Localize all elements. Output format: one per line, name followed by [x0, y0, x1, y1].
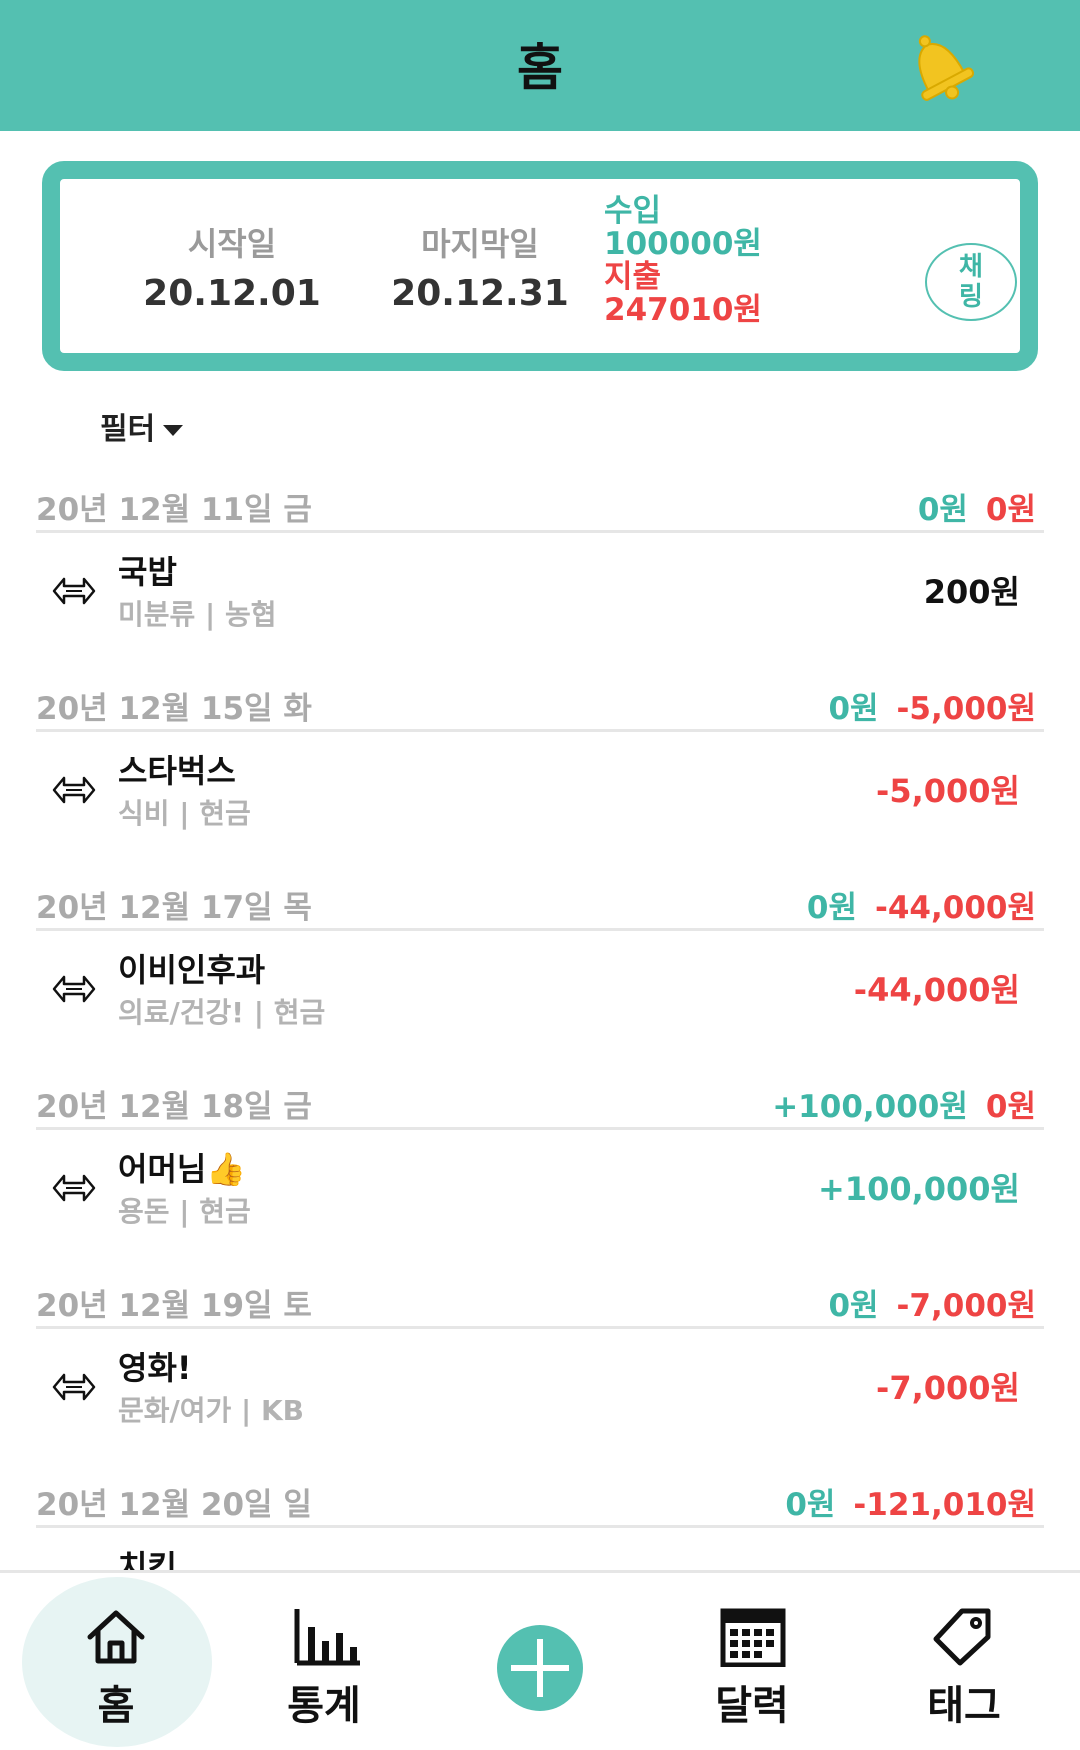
nav-calendar[interactable]: 달력 — [652, 1573, 852, 1750]
nav-home[interactable]: 홈 — [16, 1573, 216, 1750]
day-totals: 0원 -121,010원 — [785, 1479, 1036, 1524]
bottom-nav: 홈 통계 달력 태그 — [0, 1570, 1080, 1750]
day-totals: +100,000원 0원 — [772, 1081, 1036, 1126]
day-group: 20년 12월 11일 금 0원 0원 국밥 미분류 | 농협 200원 — [36, 470, 1044, 669]
day-expense: -5,000원 — [896, 691, 1036, 727]
caret-down-icon — [163, 425, 184, 436]
period-summary-card: 시작일 20.12.01 마지막일 20.12.31 수입 100000원 지출… — [42, 161, 1038, 371]
day-totals: 0원 -44,000원 — [807, 882, 1036, 927]
filter-dropdown[interactable]: 필터 — [100, 404, 184, 448]
day-group: 20년 12월 15일 화 0원 -5,000원 스타벅스 식비 | 현금 -5,… — [36, 669, 1044, 868]
day-income: +100,000원 — [772, 1089, 968, 1125]
day-header: 20년 12월 20일 일 0원 -121,010원 — [36, 1465, 1044, 1528]
day-totals: 0원 -7,000원 — [828, 1280, 1036, 1325]
nav-tag-label: 태그 — [927, 1683, 1001, 1729]
day-expense: -121,010원 — [853, 1487, 1036, 1523]
day-group: 20년 12월 17일 목 0원 -44,000원 이비인후과 의료/건강! | … — [36, 868, 1044, 1067]
transaction-list[interactable]: 20년 12월 11일 금 0원 0원 국밥 미분류 | 농협 200원 20년 … — [36, 470, 1044, 1570]
day-income: 0원 — [828, 1288, 879, 1324]
end-date-label: 마지막일 — [421, 225, 539, 263]
transaction-name: 스타벅스 — [118, 752, 236, 790]
bell-icon[interactable] — [898, 26, 978, 106]
transaction-item[interactable]: 어머님👍 용돈 | 현금 +100,000원 — [36, 1130, 1044, 1266]
nav-tag[interactable]: 태그 — [864, 1573, 1064, 1750]
day-income: 0원 — [806, 890, 857, 926]
transaction-item[interactable]: 국밥 미분류 | 농협 200원 — [36, 533, 1044, 669]
end-date-block[interactable]: 마지막일 20.12.31 — [380, 219, 580, 314]
tag-icon — [933, 1608, 991, 1666]
end-date-value: 20.12.31 — [391, 273, 569, 314]
transaction-item[interactable]: 영화! 문화/여가 | KB -7,000원 — [36, 1329, 1044, 1465]
day-header: 20년 12월 17일 목 0원 -44,000원 — [36, 868, 1044, 931]
day-expense: 0원 — [985, 492, 1036, 528]
start-date-label: 시작일 — [187, 225, 277, 263]
day-date: 20년 12월 19일 토 — [36, 1288, 312, 1324]
day-date: 20년 12월 18일 금 — [36, 1089, 312, 1125]
bar-chart-icon — [294, 1609, 360, 1666]
transaction-name: 이비인후과 — [118, 951, 266, 989]
transfer-arrows-icon — [52, 1174, 96, 1202]
transaction-category: 의료/건강! | 현금 — [118, 996, 326, 1029]
nav-stats-label: 통계 — [287, 1683, 361, 1729]
day-expense: -44,000원 — [874, 890, 1036, 926]
transaction-amount: 200원 — [923, 573, 1020, 611]
day-date: 20년 12월 11일 금 — [36, 492, 312, 528]
transaction-category: 미분류 | 농협 — [118, 598, 277, 631]
transaction-category: 문화/여가 | KB — [118, 1394, 305, 1427]
app-header: 홈 — [0, 0, 1080, 131]
day-header: 20년 12월 18일 금 +100,000원 0원 — [36, 1067, 1044, 1130]
filter-label: 필터 — [100, 412, 156, 447]
transfer-arrows-icon — [52, 1373, 96, 1401]
transaction-amount: -7,000원 — [876, 1369, 1020, 1407]
transfer-arrows-icon — [50, 1562, 98, 1570]
transaction-item[interactable]: 스타벅스 식비 | 현금 -5,000원 — [36, 732, 1044, 868]
transaction-amount: +100,000원 — [817, 1170, 1020, 1208]
transaction-name: 어머님👍 — [118, 1150, 247, 1188]
transaction-amount: -5,000원 — [876, 772, 1020, 810]
day-date: 20년 12월 15일 화 — [36, 691, 312, 727]
chaeril-button[interactable]: 채링 — [925, 243, 1017, 321]
start-date-value: 20.12.01 — [143, 273, 321, 314]
day-header: 20년 12월 19일 토 0원 -7,000원 — [36, 1266, 1044, 1329]
nav-stats[interactable]: 통계 — [224, 1573, 424, 1750]
transfer-arrows-icon — [52, 975, 96, 1003]
start-date-block[interactable]: 시작일 20.12.01 — [132, 219, 332, 314]
day-expense: 0원 — [985, 1089, 1036, 1125]
day-group: 20년 12월 18일 금 +100,000원 0원 어머님👍 용돈 | 현금 +… — [36, 1067, 1044, 1266]
transaction-name: 치킨 — [118, 1548, 177, 1570]
add-transaction-button[interactable] — [497, 1625, 583, 1711]
transfer-arrows-icon — [52, 577, 96, 605]
transfer-arrows-icon — [52, 776, 96, 804]
day-totals: 0원 -5,000원 — [828, 683, 1036, 728]
day-totals: 0원 0원 — [918, 484, 1036, 529]
nav-home-label: 홈 — [97, 1683, 135, 1729]
chaeril-label: 채링 — [959, 252, 983, 312]
transaction-category: 용돈 | 현금 — [118, 1195, 251, 1228]
day-expense: -7,000원 — [896, 1288, 1036, 1324]
day-group: 20년 12월 20일 일 0원 -121,010원 치킨 — [36, 1465, 1044, 1570]
day-income: 0원 — [785, 1487, 836, 1523]
income-total: 100000원 — [604, 226, 762, 262]
money-summary: 수입 100000원 지출 247010원 — [604, 195, 762, 327]
transaction-name: 영화! — [118, 1349, 192, 1387]
day-group: 20년 12월 19일 토 0원 -7,000원 영화! 문화/여가 | KB -… — [36, 1266, 1044, 1465]
day-date: 20년 12월 17일 목 — [36, 890, 312, 926]
nav-calendar-label: 달력 — [715, 1683, 789, 1729]
home-icon — [87, 1610, 145, 1664]
day-header: 20년 12월 15일 화 0원 -5,000원 — [36, 669, 1044, 732]
day-date: 20년 12월 20일 일 — [36, 1487, 312, 1523]
day-income: 0원 — [917, 492, 968, 528]
transaction-amount: -44,000원 — [853, 971, 1020, 1009]
calendar-icon — [720, 1608, 786, 1667]
transaction-category: 식비 | 현금 — [118, 797, 251, 830]
expense-label: 지출 — [604, 259, 662, 295]
expense-total: 247010원 — [604, 292, 762, 328]
day-header: 20년 12월 11일 금 0원 0원 — [36, 470, 1044, 533]
transaction-item[interactable]: 이비인후과 의료/건강! | 현금 -44,000원 — [36, 931, 1044, 1067]
income-label: 수입 — [604, 193, 662, 229]
transaction-item[interactable]: 치킨 — [36, 1528, 1044, 1570]
transaction-name: 국밥 — [118, 553, 177, 591]
day-income: 0원 — [828, 691, 879, 727]
